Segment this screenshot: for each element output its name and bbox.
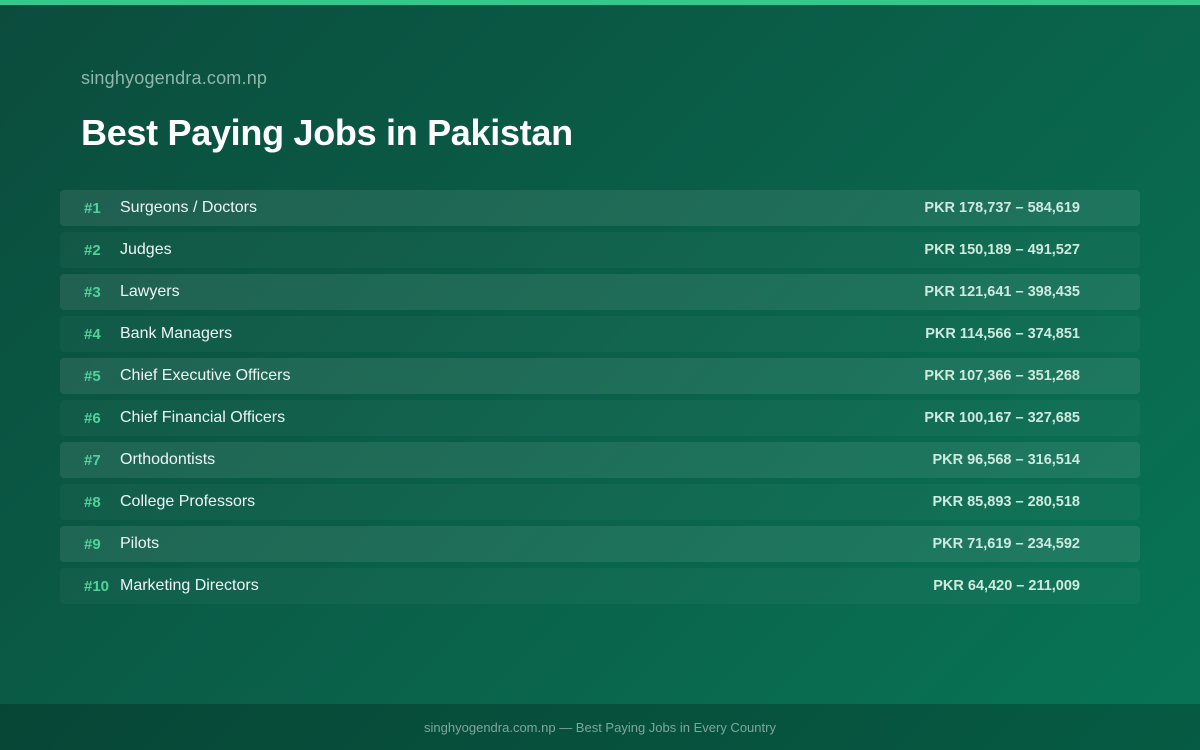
job-rank: #1 (84, 199, 101, 217)
job-salary: PKR 100,167 – 327,685 (924, 410, 1080, 426)
job-title: Lawyers (120, 283, 180, 300)
job-salary: PKR 150,189 – 491,527 (924, 242, 1080, 258)
page-title: Best Paying Jobs in Pakistan (81, 112, 573, 153)
job-salary: PKR 64,420 – 211,009 (933, 578, 1080, 594)
job-row: #2 Judges PKR 150,189 – 491,527 (60, 232, 1140, 268)
job-rank: #6 (84, 409, 101, 427)
job-row: #10 Marketing Directors PKR 64,420 – 211… (60, 568, 1140, 604)
job-title: College Professors (120, 493, 256, 510)
footer-text: singhyogendra.com.np — Best Paying Jobs … (424, 719, 776, 735)
job-salary: PKR 121,641 – 398,435 (924, 284, 1080, 300)
job-salary: PKR 114,566 – 374,851 (925, 326, 1080, 342)
job-title: Judges (120, 241, 172, 258)
job-title: Chief Executive Officers (120, 367, 291, 384)
footer: singhyogendra.com.np — Best Paying Jobs … (0, 704, 1200, 750)
job-row: #3 Lawyers PKR 121,641 – 398,435 (60, 274, 1140, 310)
job-salary: PKR 85,893 – 280,518 (932, 494, 1080, 510)
job-title: Marketing Directors (120, 577, 259, 594)
job-salary: PKR 96,568 – 316,514 (932, 452, 1080, 468)
job-row: #4 Bank Managers PKR 114,566 – 374,851 (60, 316, 1140, 352)
job-rank: #2 (84, 241, 101, 259)
job-salary: PKR 71,619 – 234,592 (932, 536, 1080, 552)
job-row: #1 Surgeons / Doctors PKR 178,737 – 584,… (60, 190, 1140, 226)
job-title: Pilots (120, 535, 160, 552)
job-rank: #7 (84, 451, 101, 469)
job-rank: #4 (84, 325, 101, 343)
job-rank: #3 (84, 283, 101, 301)
job-salary: PKR 178,737 – 584,619 (924, 200, 1080, 216)
job-row: #9 Pilots PKR 71,619 – 234,592 (60, 526, 1140, 562)
job-rank: #9 (84, 535, 101, 553)
job-row: #5 Chief Executive Officers PKR 107,366 … (60, 358, 1140, 394)
job-title: Chief Financial Officers (120, 409, 286, 426)
jobs-list: #1 Surgeons / Doctors PKR 178,737 – 584,… (60, 190, 1140, 610)
top-accent-bar (0, 0, 1200, 5)
job-salary: PKR 107,366 – 351,268 (924, 368, 1080, 384)
job-title: Orthodontists (120, 451, 216, 468)
job-rank: #5 (84, 367, 101, 385)
site-name: singhyogendra.com.np (81, 68, 268, 88)
job-title: Surgeons / Doctors (120, 199, 257, 216)
job-title: Bank Managers (120, 325, 233, 342)
job-rank: #10 (84, 577, 110, 595)
job-row: #8 College Professors PKR 85,893 – 280,5… (60, 484, 1140, 520)
job-rank: #8 (84, 493, 101, 511)
job-row: #7 Orthodontists PKR 96,568 – 316,514 (60, 442, 1140, 478)
job-row: #6 Chief Financial Officers PKR 100,167 … (60, 400, 1140, 436)
